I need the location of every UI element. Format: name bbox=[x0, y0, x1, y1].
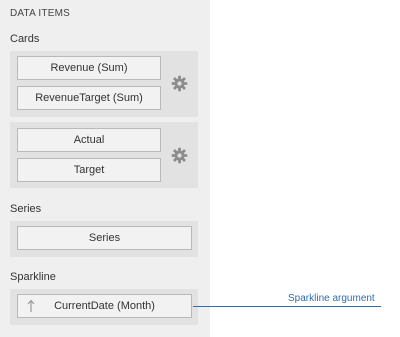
field-revenuetarget-sum[interactable]: RevenueTarget (Sum) bbox=[17, 86, 161, 110]
field-target[interactable]: Target bbox=[17, 158, 161, 182]
callout-line bbox=[193, 306, 381, 307]
field-currentdate-label: CurrentDate (Month) bbox=[54, 300, 155, 312]
callout-label-sparkline-argument: Sparkline argument bbox=[288, 293, 375, 304]
section-label-sparkline: Sparkline bbox=[10, 271, 56, 283]
section-label-series: Series bbox=[10, 203, 42, 215]
data-items-panel: DATA ITEMS Cards Revenue (Sum) RevenueTa… bbox=[0, 0, 210, 337]
gear-icon[interactable] bbox=[171, 75, 188, 92]
field-revenue-sum[interactable]: Revenue (Sum) bbox=[17, 56, 161, 80]
section-label-cards: Cards bbox=[10, 33, 40, 45]
cards-group-1: Revenue (Sum) RevenueTarget (Sum) bbox=[10, 51, 198, 117]
gear-icon[interactable] bbox=[171, 147, 188, 164]
cards-group-2: Actual Target bbox=[10, 122, 198, 188]
field-actual[interactable]: Actual bbox=[17, 128, 161, 152]
field-currentdate-month[interactable]: CurrentDate (Month) bbox=[17, 294, 192, 318]
series-group: Series bbox=[10, 221, 198, 257]
field-series[interactable]: Series bbox=[17, 226, 192, 250]
panel-title: DATA ITEMS bbox=[10, 8, 70, 19]
sparkline-group: CurrentDate (Month) bbox=[10, 289, 198, 325]
sort-ascending-icon[interactable] bbox=[26, 299, 36, 313]
